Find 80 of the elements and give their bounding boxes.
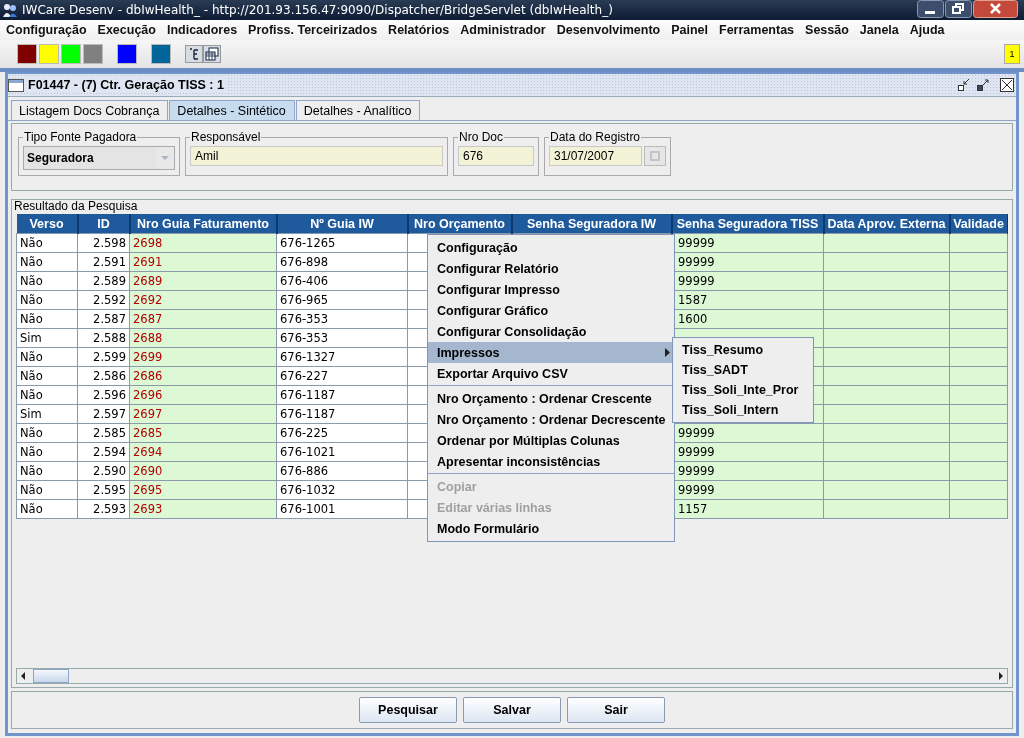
horizontal-scrollbar[interactable] [16,668,1008,684]
scroll-thumb[interactable] [33,669,69,683]
menu-item[interactable]: Ajuda [903,21,950,39]
column-header[interactable]: Nro Guia Faturamento [129,214,277,234]
menu-item[interactable]: Configurar Gráfico [428,300,674,321]
group-title: Resultado da Pesquisa [13,199,138,213]
window-title: IWCare Desenv - dbIwHealth_ - http://201.93.156.47:9090/Dispatcher/BridgeServlet (dbIwHealth_) [22,3,614,17]
swatch-icon[interactable] [83,44,103,64]
field-label: Tipo Fonte Pagadora [23,130,138,144]
tab[interactable]: Detalhes - Sintético [169,100,295,120]
table-icon[interactable] [203,45,221,63]
table-cell [949,233,1008,253]
table-cell: 2.598 [77,233,130,253]
action-button[interactable]: Pesquisar [359,697,457,723]
tree-icon[interactable] [185,45,203,63]
tab[interactable]: Detalhes - Analítico [295,100,421,120]
swatch-icon[interactable] [61,44,81,64]
table-cell: 676-1265 [276,233,408,253]
restore-icon[interactable] [945,0,972,18]
field-label: Nro Doc [458,130,504,144]
column-header[interactable]: ID [77,214,130,234]
menu-item[interactable]: Impressos [428,342,674,363]
menu-item[interactable]: Execução [91,21,161,39]
menu-item[interactable]: Tiss_Resumo [673,340,813,360]
menu-item[interactable]: Tiss_Soli_Intern [673,400,813,420]
field-label: Responsável [190,130,262,144]
field-label: Data do Registro [549,130,642,144]
menu-item[interactable]: Ordenar por Múltiplas Colunas [428,430,674,451]
input-field[interactable]: 676 [458,146,534,166]
date-field[interactable]: 31/07/2007 [549,146,642,166]
action-button[interactable]: Sair [567,697,665,723]
submenu-arrow-icon [665,348,670,357]
swatch-icon[interactable] [151,44,171,64]
menu-item[interactable]: Tiss_SADT [673,360,813,380]
action-button[interactable]: Salvar [463,697,561,723]
menu-item[interactable]: Modo Formulário [428,518,674,539]
menu-item[interactable]: Configurar Impresso [428,279,674,300]
dropdown[interactable]: Seguradora [23,146,175,170]
column-header[interactable]: Nº Guia IW [276,214,408,234]
column-header[interactable]: Nro Orçamento [407,214,512,234]
column-header[interactable]: Data Aprov. Externa [823,214,950,234]
menu-item[interactable]: Relatórios [382,21,455,39]
menu-item[interactable]: Configurar Relatório [428,258,674,279]
column-header[interactable]: Validade [949,214,1008,234]
people-icon [2,2,18,18]
menu-item[interactable]: Exportar Arquivo CSV [428,363,674,384]
table-cell: 2698 [129,233,277,253]
menu-item[interactable]: Configurar Consolidação [428,321,674,342]
column-header[interactable]: Verso [16,214,78,234]
menu-item[interactable]: Apresentar inconsistências [428,451,674,472]
menu-item[interactable]: Desenvolvimento [550,21,666,39]
column-header[interactable]: Senha Seguradora TISS [671,214,824,234]
menu-item[interactable]: Administrador [454,21,551,39]
swatch-icon[interactable] [17,44,37,64]
minimize-icon[interactable] [957,78,971,92]
close-icon[interactable] [1000,78,1014,92]
notification-badge[interactable]: 1 [1004,44,1020,64]
window-icon [8,77,24,93]
menu-item[interactable]: Painel [665,21,714,39]
frame-title: F01447 - (7) Ctr. Geração TISS : 1 [24,78,228,92]
menu-item[interactable]: Configuração [0,21,92,39]
menu-item[interactable]: Profiss. Terceirizados [242,21,383,39]
menu-item[interactable]: Ferramentas [713,21,800,39]
swatch-icon[interactable] [117,44,137,64]
menu-item[interactable]: Sessão [799,21,854,39]
swatch-icon[interactable] [39,44,59,64]
tab[interactable]: Listagem Docs Cobrança [11,100,169,120]
menu-item[interactable]: Indicadores [160,21,243,39]
column-header[interactable]: Senha Seguradora IW [511,214,672,234]
menu-item[interactable]: Janela [853,21,904,39]
menu-item[interactable]: Nro Orçamento : Ordenar Crescente [428,388,674,409]
maximize-icon[interactable] [976,78,990,92]
table-cell: Não [16,233,78,253]
input-field[interactable]: Amil [190,146,443,166]
minimize-icon[interactable] [917,0,944,18]
table-cell: 99999 [671,233,824,253]
caret-icon [161,156,169,160]
menu-item[interactable]: Nro Orçamento : Ordenar Decrescente [428,409,674,430]
menu-item[interactable]: Configuração [428,237,674,258]
menu-item[interactable]: Tiss_Soli_Inte_Pror [673,380,813,400]
